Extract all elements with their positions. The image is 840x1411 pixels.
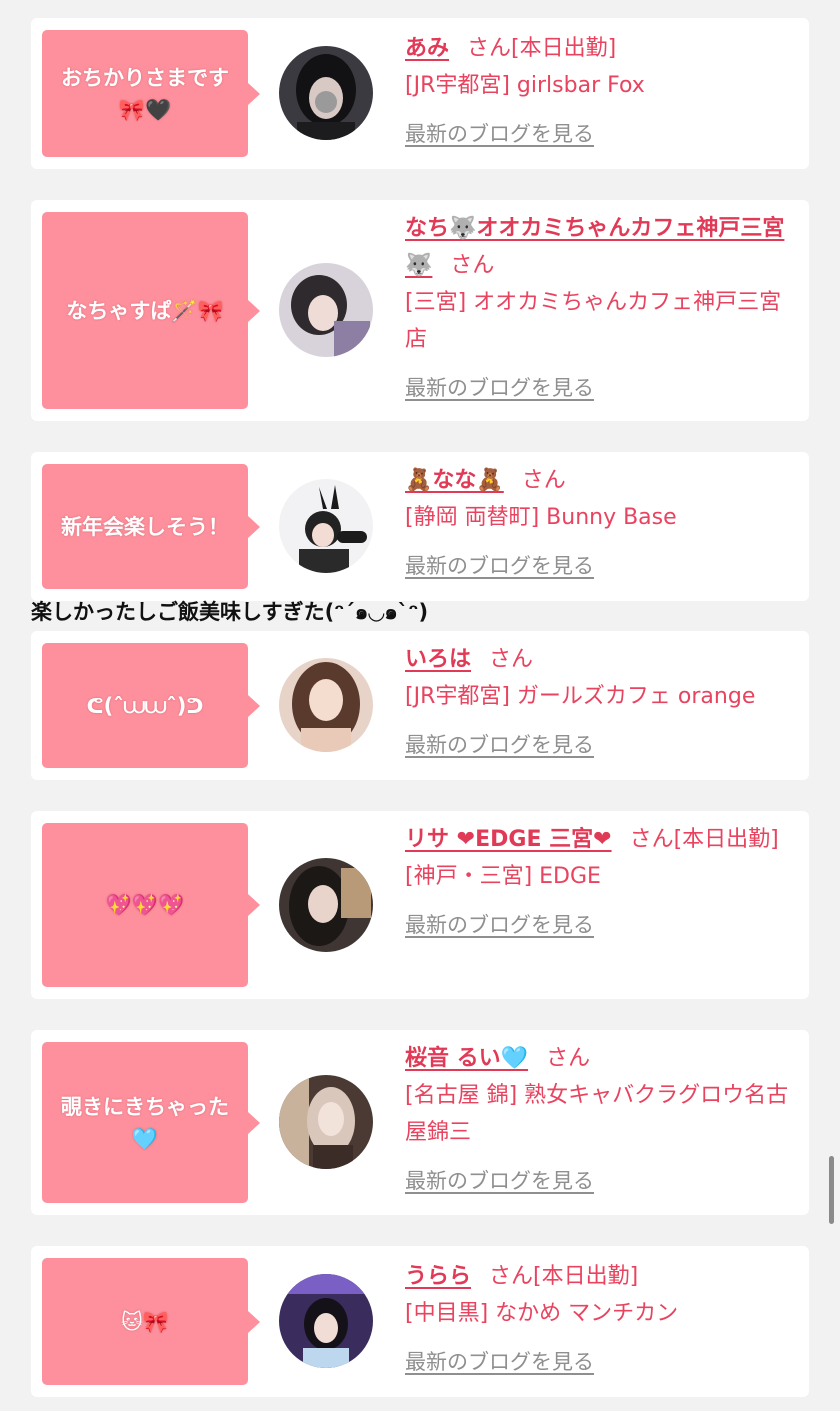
comment-bubble: 覗きにきちゃった 🩵	[42, 1042, 260, 1203]
avatar[interactable]	[279, 658, 373, 752]
list-item: 🐱🎀 うらら さん[本日出勤] [中目黒] なかめ マンチカン 最新のブログを見る	[31, 1246, 809, 1397]
list-item: ᕦ(ˆ⩊⩊ˆ)ᕤ いろは さん [JR宇都宮] ガールズカフェ orange 最新…	[31, 631, 809, 780]
cast-name-link[interactable]: いろは	[405, 647, 471, 672]
avatar[interactable]	[279, 46, 373, 140]
honorific: さん[本日出勤]	[489, 1264, 639, 1289]
latest-blog-link[interactable]: 最新のブログを見る	[405, 727, 594, 764]
honorific: さん[本日出勤]	[629, 827, 779, 852]
list-item: 覗きにきちゃった 🩵 桜音 るい🩵 さん [名古屋 錦] 熟女キャバクラグロウ名古…	[31, 1030, 809, 1215]
cast-name-link[interactable]: 桜音 るい🩵	[405, 1046, 528, 1071]
shop-name: [JR宇都宮] ガールズカフェ orange	[405, 684, 756, 709]
avatar[interactable]	[279, 479, 373, 573]
avatar[interactable]	[279, 858, 373, 952]
latest-blog-link[interactable]: 最新のブログを見る	[405, 1344, 594, 1381]
entry-info: 桜音 るい🩵 さん [名古屋 錦] 熟女キャバクラグロウ名古屋錦三 最新のブログを…	[405, 1040, 797, 1200]
honorific: さん	[450, 253, 495, 278]
shop-name: [名古屋 錦] 熟女キャバクラグロウ名古屋錦三	[405, 1083, 789, 1145]
list-item: なちゃすぱ🪄🎀 なち🐺オオカミちゃんカフェ神戸三宮🐺 さん [三宮] オオカミちゃ…	[31, 200, 809, 421]
scrollbar[interactable]	[829, 1156, 834, 1224]
honorific: さん[本日出勤]	[467, 36, 617, 61]
avatar[interactable]	[279, 1274, 373, 1368]
comment-bubble: 🐱🎀	[42, 1258, 260, 1385]
shop-name: [JR宇都宮] girlsbar Fox	[405, 73, 645, 98]
latest-blog-link[interactable]: 最新のブログを見る	[405, 116, 594, 153]
entry-info: リサ ❤EDGE 三宮❤ さん[本日出勤] [神戸・三宮] EDGE 最新のブログ…	[405, 821, 797, 944]
honorific: さん	[489, 647, 534, 672]
avatar[interactable]	[279, 1075, 373, 1169]
latest-blog-link[interactable]: 最新のブログを見る	[405, 370, 594, 407]
avatar[interactable]	[279, 263, 373, 357]
latest-blog-link[interactable]: 最新のブログを見る	[405, 548, 594, 585]
cast-name-link[interactable]: リサ ❤EDGE 三宮❤	[405, 827, 612, 852]
comment-bubble: 💖💖💖	[42, 823, 260, 987]
comment-bubble: ᕦ(ˆ⩊⩊ˆ)ᕤ	[42, 643, 260, 768]
entry-info: いろは さん [JR宇都宮] ガールズカフェ orange 最新のブログを見る	[405, 641, 797, 764]
entry-info: あみ さん[本日出勤] [JR宇都宮] girlsbar Fox 最新のブログを見…	[405, 30, 797, 153]
list-item: 💖💖💖 リサ ❤EDGE 三宮❤ さん[本日出勤] [神戸・三宮] EDGE 最新…	[31, 811, 809, 999]
cast-name-link[interactable]: うらら	[405, 1264, 471, 1289]
shop-name: [中目黒] なかめ マンチカン	[405, 1301, 679, 1326]
cast-name-link[interactable]: 🧸なな🧸	[405, 468, 504, 493]
latest-blog-link[interactable]: 最新のブログを見る	[405, 907, 594, 944]
entry-info: なち🐺オオカミちゃんカフェ神戸三宮🐺 さん [三宮] オオカミちゃんカフェ神戸三宮…	[405, 210, 797, 407]
entry-info: 🧸なな🧸 さん [静岡 両替町] Bunny Base 最新のブログを見る	[405, 462, 797, 585]
shop-name: [静岡 両替町] Bunny Base	[405, 505, 677, 530]
shop-name: [神戸・三宮] EDGE	[405, 864, 601, 889]
list-item: 新年会楽しそう！ 🧸なな🧸 さん [静岡 両替町] Bunny Base 最新のブ…	[31, 452, 809, 601]
honorific: さん	[546, 1046, 591, 1071]
list-item: おちかりさまです 🎀🖤 あみ さん[本日出勤] [JR宇都宮] girlsbar …	[31, 18, 809, 169]
comment-bubble: おちかりさまです 🎀🖤	[42, 30, 260, 157]
latest-blog-link[interactable]: 最新のブログを見る	[405, 1163, 594, 1200]
cast-name-link[interactable]: あみ	[405, 36, 449, 61]
comment-bubble: なちゃすぱ🪄🎀	[42, 212, 260, 409]
shop-name: [三宮] オオカミちゃんカフェ神戸三宮店	[405, 290, 782, 352]
honorific: さん	[521, 468, 566, 493]
entry-info: うらら さん[本日出勤] [中目黒] なかめ マンチカン 最新のブログを見る	[405, 1258, 797, 1381]
post-caption: 楽しかったしご飯美味しすぎた(ᵔˊ๑◡๑ˋᵔ)	[31, 600, 429, 624]
comment-bubble: 新年会楽しそう！	[42, 464, 260, 589]
